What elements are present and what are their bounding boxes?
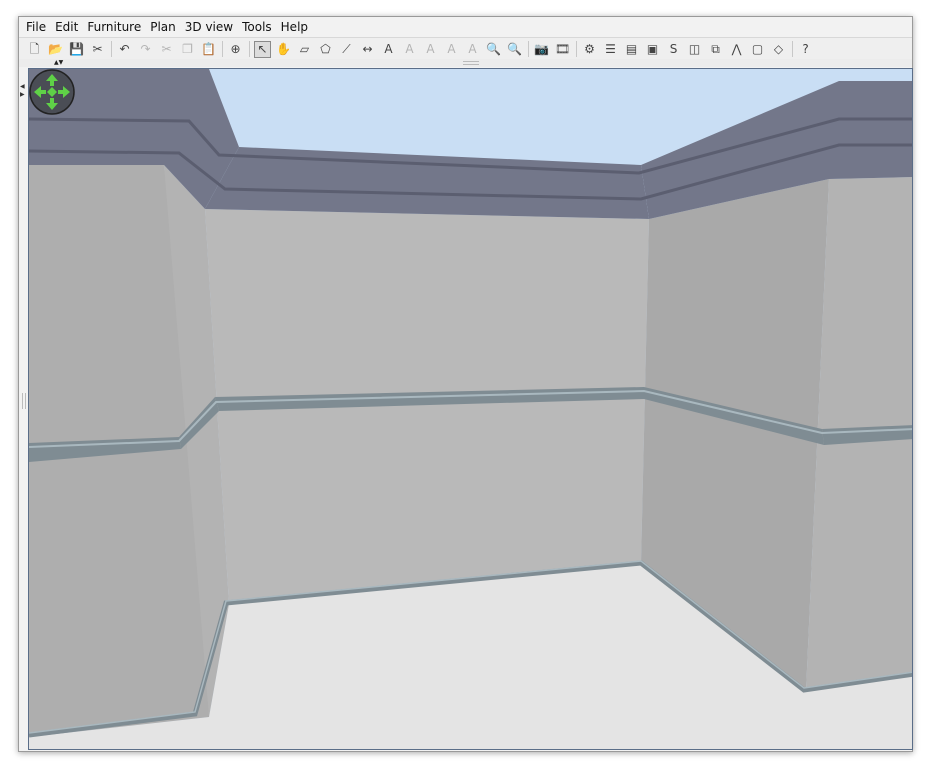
new-home-icon[interactable]: 🗋 xyxy=(27,42,42,57)
toolbar-separator xyxy=(576,41,577,57)
bold-text-icon[interactable]: A xyxy=(444,42,459,57)
open-icon[interactable]: 📂 xyxy=(48,42,63,57)
toolbar-separator xyxy=(222,41,223,57)
3d-scene xyxy=(29,69,912,749)
menu-edit[interactable]: Edit xyxy=(55,20,78,34)
menu-furniture[interactable]: Furniture xyxy=(87,20,141,34)
create-photo-icon[interactable]: 📷 xyxy=(534,42,549,57)
help-icon[interactable]: ? xyxy=(798,42,813,57)
select-mode-icon[interactable]: ↖ xyxy=(254,40,271,58)
redo-icon[interactable]: ↷ xyxy=(138,42,153,57)
toolbar: 🗋 📂 💾 ✂ ↶ ↷ ✂ ❐ 📋 ⊕ ↖ ✋ ▱ ⬠ ⟋ ↔ A A A A A 🔍 🔍 📷 🎞 ⚙ ☰ ▤ ▣ S ◫ ⧉ ⋀ ▢ ◇? xyxy=(19,37,912,61)
pan-mode-icon[interactable]: ✋ xyxy=(276,42,291,57)
side-collapse-arrows-icon[interactable]: ◀ ▶ xyxy=(20,83,25,99)
create-rooms-icon[interactable]: ⬠ xyxy=(318,42,333,57)
menu-3d-view[interactable]: 3D view xyxy=(185,20,233,34)
paste-icon[interactable]: 📋 xyxy=(201,42,216,57)
navigation-arrows-icon[interactable] xyxy=(29,69,75,115)
add-text-icon[interactable]: A xyxy=(381,42,396,57)
plugin-icon-10[interactable]: ◇ xyxy=(771,42,786,57)
plugin-icon-4[interactable]: ▣ xyxy=(645,42,660,57)
text-style-icon[interactable]: A xyxy=(402,42,417,57)
zoom-in-icon[interactable]: 🔍 xyxy=(486,42,501,57)
3d-view[interactable] xyxy=(28,68,913,750)
create-walls-icon[interactable]: ▱ xyxy=(297,42,312,57)
vertical-splitter-grip[interactable] xyxy=(22,393,26,409)
toolbar-separator xyxy=(528,41,529,57)
copy-icon[interactable]: ❐ xyxy=(180,42,195,57)
menu-tools[interactable]: Tools xyxy=(242,20,272,34)
toolbar-separator xyxy=(249,41,250,57)
plugin-icon-5[interactable]: S xyxy=(666,42,681,57)
increase-text-size-icon[interactable]: A xyxy=(423,42,438,57)
menu-bar: File Edit Furniture Plan 3D view Tools H… xyxy=(19,17,912,37)
create-video-icon[interactable]: 🎞 xyxy=(555,42,570,57)
zoom-out-icon[interactable]: 🔍 xyxy=(507,42,522,57)
toolbar-separator xyxy=(111,41,112,57)
plugin-icon-1[interactable]: ⚙ xyxy=(582,42,597,57)
app-window: File Edit Furniture Plan 3D view Tools H… xyxy=(18,16,913,752)
plugin-icon-3[interactable]: ▤ xyxy=(624,42,639,57)
splitter-grip[interactable] xyxy=(463,61,479,65)
plugin-icon-6[interactable]: ◫ xyxy=(687,42,702,57)
create-polylines-icon[interactable]: ⟋ xyxy=(339,42,354,57)
plugin-icon-9[interactable]: ▢ xyxy=(750,42,765,57)
toolbar-separator xyxy=(792,41,793,57)
menu-plan[interactable]: Plan xyxy=(150,20,176,34)
save-icon[interactable]: 💾 xyxy=(69,42,84,57)
collapse-arrows-icon[interactable]: ▲▼ xyxy=(54,59,63,67)
plugin-icon-8[interactable]: ⋀ xyxy=(729,42,744,57)
preferences-icon[interactable]: ✂ xyxy=(90,42,105,57)
horizontal-splitter[interactable]: ▲▼ xyxy=(19,59,912,67)
italic-text-icon[interactable]: A xyxy=(465,42,480,57)
create-dimensions-icon[interactable]: ↔ xyxy=(360,42,375,57)
plugin-icon-7[interactable]: ⧉ xyxy=(708,42,723,57)
plugin-icon-2[interactable]: ☰ xyxy=(603,42,618,57)
menu-file[interactable]: File xyxy=(26,20,46,34)
menu-help[interactable]: Help xyxy=(281,20,308,34)
add-furniture-icon[interactable]: ⊕ xyxy=(228,42,243,57)
undo-icon[interactable]: ↶ xyxy=(117,42,132,57)
cut-icon[interactable]: ✂ xyxy=(159,42,174,57)
